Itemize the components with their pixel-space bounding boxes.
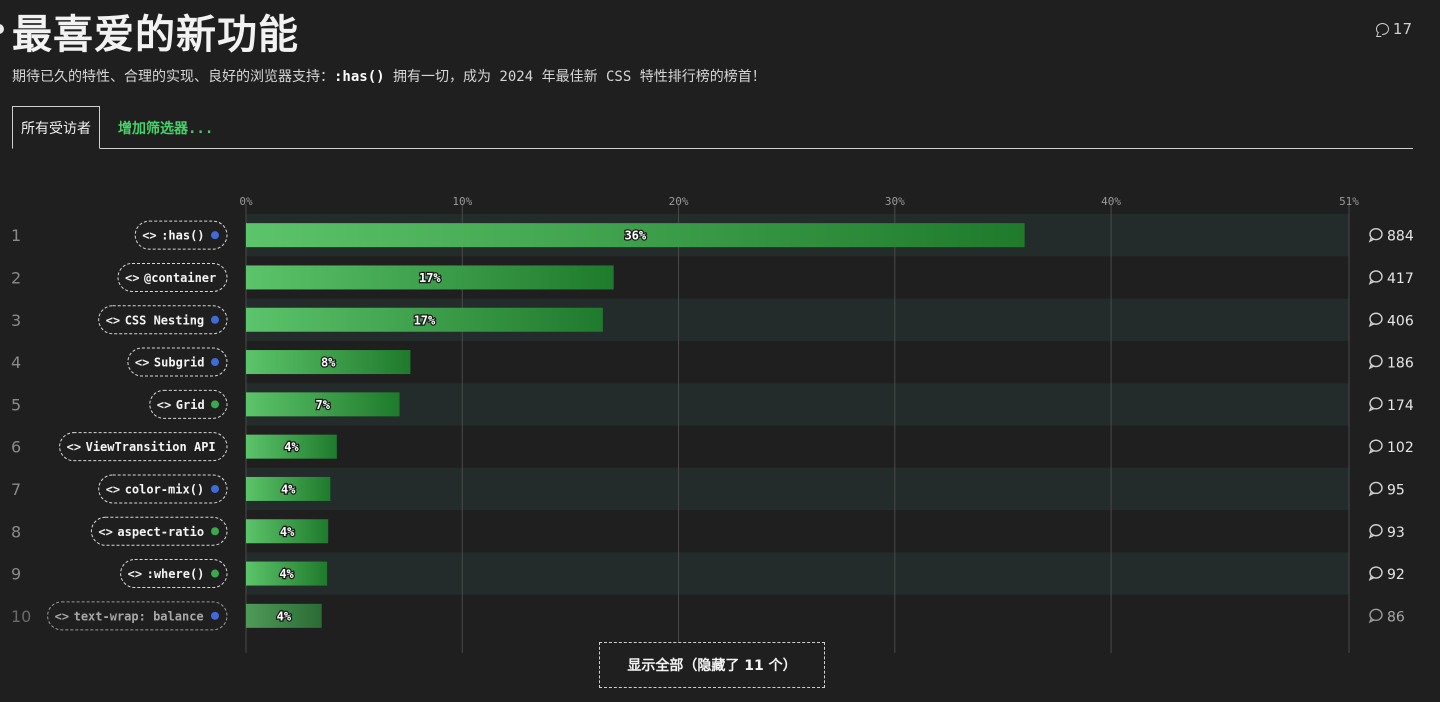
comment-icon-tail — [1368, 279, 1375, 285]
rank-number: 5 — [11, 395, 21, 414]
code-icon: <> — [157, 398, 171, 412]
header-comments[interactable]: 17 — [1375, 20, 1412, 38]
x-tick-label-top: 0% — [239, 195, 253, 208]
bar-value-label: 4% — [279, 567, 294, 581]
comment-count[interactable]: 406 — [1387, 313, 1414, 329]
feature-label: :has() — [161, 229, 204, 243]
bar-value-label: 17% — [414, 313, 436, 327]
filter-tabs: 所有受访者 增加筛选器... — [12, 106, 1413, 149]
page-title: 最喜爱的新功能 — [12, 12, 299, 58]
x-tick-label-bottom: 10% — [452, 657, 472, 658]
baseline-status-dot-blue — [211, 484, 219, 493]
feature-label: aspect-ratio — [117, 525, 204, 539]
code-icon: <> — [125, 271, 139, 285]
bar-value-label: 7% — [316, 398, 331, 412]
comment-count[interactable]: 174 — [1387, 398, 1414, 414]
rank-number: 6 — [11, 438, 21, 457]
bar-value-label: 4% — [281, 482, 296, 496]
bar-value-label: 4% — [280, 525, 295, 539]
feature-label: Subgrid — [154, 356, 205, 370]
ranking-bar-chart: 36% 17% 17% 8% 7% 4% 4% 4% 4% 4% 1 <> :has() 884 2 <> @… — [11, 195, 1414, 658]
rank-number: 2 — [11, 268, 21, 287]
feature-label: CSS Nesting — [125, 313, 204, 327]
comment-icon-tail — [1368, 363, 1375, 370]
header-comment-count: 17 — [1392, 20, 1412, 38]
add-filter-button[interactable]: 增加筛选器... — [118, 118, 213, 138]
rank-number: 3 — [11, 311, 21, 330]
bar-value-label: 8% — [321, 356, 336, 370]
baseline-status-dot-blue — [211, 358, 219, 367]
comment-count[interactable]: 102 — [1387, 440, 1414, 456]
x-tick-label-top: 10% — [452, 195, 472, 208]
x-tick-label-top: 20% — [669, 195, 689, 208]
comment-icon-tail — [1368, 321, 1375, 328]
comment-icon-tail — [1368, 533, 1375, 539]
comment-count[interactable]: 95 — [1387, 482, 1405, 498]
code-icon: <> — [142, 229, 156, 243]
bar-value-label: 17% — [419, 271, 441, 285]
baseline-status-dot-blue — [211, 231, 219, 240]
code-icon: <> — [55, 609, 69, 623]
title-bullet — [0, 24, 4, 34]
x-tick-label-bottom: 40% — [1101, 657, 1121, 658]
rank-number: 1 — [11, 226, 21, 245]
rank-number: 10 — [11, 607, 31, 626]
comment-icon-tail — [1368, 575, 1375, 581]
comment-count[interactable]: 86 — [1387, 609, 1405, 625]
rank-number: 7 — [11, 480, 21, 499]
row-background — [246, 383, 1349, 426]
bar-value-label: 36% — [624, 229, 646, 243]
baseline-status-dot-blue — [211, 315, 219, 324]
x-tick-label-bottom: 30% — [885, 657, 905, 658]
code-icon: <> — [128, 567, 142, 581]
comment-icon-tail — [1368, 490, 1375, 497]
comment-icon-tail — [1368, 617, 1375, 624]
comment-icon — [1375, 23, 1389, 35]
comment-count[interactable]: 884 — [1387, 229, 1414, 245]
feature-label: @container — [144, 271, 216, 285]
baseline-status-dot-green — [211, 400, 219, 409]
feature-label: Grid — [176, 398, 205, 412]
code-icon: <> — [98, 525, 112, 539]
feature-label: :where() — [147, 567, 205, 581]
rank-number: 8 — [11, 522, 21, 541]
baseline-status-dot-green — [211, 569, 219, 578]
code-icon: <> — [67, 440, 81, 454]
code-icon: <> — [106, 313, 120, 327]
code-icon: <> — [135, 356, 149, 370]
comment-count[interactable]: 417 — [1387, 271, 1414, 287]
comment-count[interactable]: 186 — [1387, 356, 1414, 372]
row-background — [246, 552, 1349, 595]
feature-label: ViewTransition API — [86, 440, 216, 454]
comment-count[interactable]: 92 — [1387, 567, 1405, 583]
tab-all-respondents[interactable]: 所有受访者 — [12, 106, 100, 149]
bar-value-label: 4% — [284, 440, 299, 454]
rank-number: 4 — [11, 353, 21, 372]
comment-count[interactable]: 93 — [1387, 525, 1405, 541]
bar-value-label: 4% — [277, 609, 292, 623]
x-tick-label-bottom: 51% — [1339, 657, 1359, 658]
subtitle-text-pre: 期待已久的特性、合理的实现、良好的浏览器支持： — [12, 69, 334, 85]
code-icon: <> — [106, 482, 120, 496]
subtitle-text-post: 拥有一切，成为 2024 年最佳新 CSS 特性排行榜的榜首！ — [384, 69, 766, 85]
x-tick-label-top: 40% — [1101, 195, 1121, 208]
row-background — [246, 467, 1349, 511]
x-tick-label-bottom: 0% — [239, 657, 253, 658]
page-subtitle: 期待已久的特性、合理的实现、良好的浏览器支持：:has() 拥有一切，成为 20… — [12, 66, 766, 86]
comment-icon-tail — [1368, 448, 1375, 455]
rank-number: 9 — [11, 565, 21, 584]
x-tick-label-top: 30% — [885, 195, 905, 208]
comment-icon-tail — [1368, 236, 1375, 243]
subtitle-code: :has() — [334, 69, 385, 85]
x-tick-label-top: 51% — [1339, 195, 1359, 208]
feature-label: text-wrap: balance — [74, 609, 204, 623]
comment-icon-tail — [1368, 406, 1375, 412]
feature-label: color-mix() — [125, 482, 204, 496]
baseline-status-dot-green — [211, 527, 219, 536]
show-all-button[interactable]: 显示全部（隐藏了 11 个） — [599, 642, 825, 688]
baseline-status-dot-blue — [211, 611, 219, 620]
